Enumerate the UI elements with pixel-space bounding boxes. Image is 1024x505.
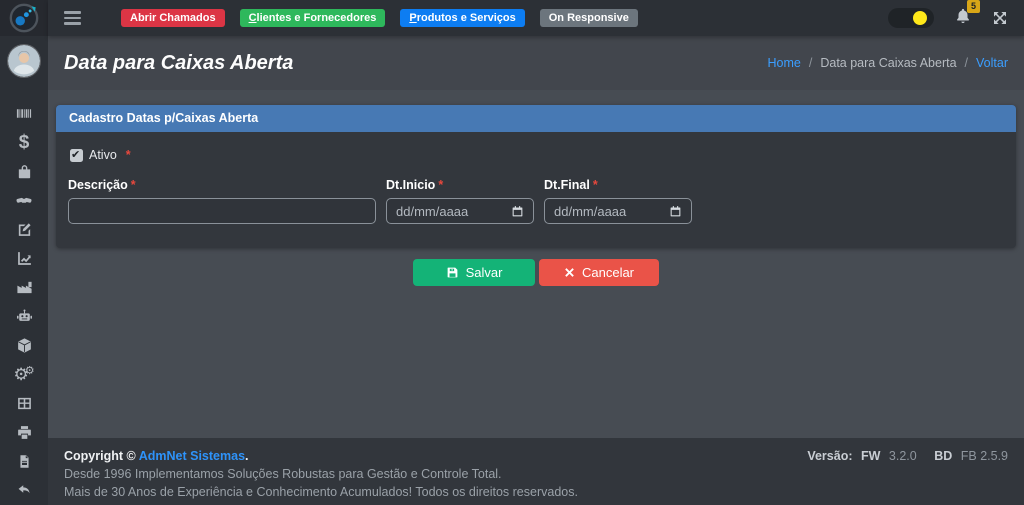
footer-line3: Mais de 30 Anos de Experiência e Conheci… [64, 483, 578, 501]
action-buttons: Salvar Cancelar [56, 259, 1016, 286]
handshake-icon[interactable] [0, 186, 48, 215]
line-chart-icon[interactable] [0, 244, 48, 273]
ativo-label: Ativo [89, 148, 117, 162]
copyright-suffix: . [245, 449, 248, 463]
breadcrumb-separator: / [809, 56, 812, 70]
footer-left: Copyright © AdmNet Sistemas. Desde 1996 … [64, 447, 578, 505]
footer-line2: Desde 1996 Implementamos Soluções Robust… [64, 465, 578, 483]
app-window: Abrir Chamados Clientes e Fornecedores P… [0, 0, 1024, 488]
required-marker: * [131, 178, 136, 192]
sidebar: $ ⚙⚙ [0, 36, 48, 505]
form-row: Descrição* Dt.Inicio* dd/mm/aaaa [68, 178, 1004, 224]
on-responsive-button[interactable]: On Responsive [540, 9, 638, 27]
breadcrumb: Home / Data para Caixas Aberta / Voltar [768, 56, 1008, 70]
card-header: Cadastro Datas p/Caixas Aberta [56, 105, 1016, 132]
edit-icon[interactable] [0, 215, 48, 244]
content: Cadastro Datas p/Caixas Aberta Ativo * D… [48, 90, 1024, 438]
app-logo[interactable] [0, 0, 48, 36]
shopping-bag-icon[interactable] [0, 157, 48, 186]
topbar-right: 5 [888, 6, 1008, 31]
copyright-prefix: Copyright © [64, 449, 136, 463]
dt-final-input[interactable]: dd/mm/aaaa [544, 198, 692, 224]
avatar[interactable] [8, 45, 40, 77]
descricao-input[interactable] [68, 198, 376, 224]
dt-inicio-input[interactable]: dd/mm/aaaa [386, 198, 534, 224]
table-icon[interactable] [0, 389, 48, 418]
version-label: Versão: [807, 449, 852, 463]
cancel-label: Cancelar [582, 265, 634, 280]
bd-value: FB 2.5.9 [961, 449, 1008, 463]
clientes-fornecedores-button[interactable]: Clientes e Fornecedores [240, 9, 386, 27]
barcode-icon[interactable] [0, 99, 48, 128]
dollar-icon[interactable]: $ [0, 128, 48, 157]
ativo-checkbox[interactable] [70, 149, 83, 162]
dt-inicio-label: Dt.Inicio* [386, 178, 534, 192]
calendar-icon[interactable] [669, 205, 682, 218]
industry-icon[interactable] [0, 273, 48, 302]
calendar-icon[interactable] [511, 205, 524, 218]
dt-final-label-text: Dt.Final [544, 178, 590, 192]
ativo-row: Ativo * [70, 148, 1004, 162]
sidebar-nav: $ ⚙⚙ [0, 99, 48, 505]
breadcrumb-current: Data para Caixas Aberta [820, 56, 956, 70]
abrir-chamados-button[interactable]: Abrir Chamados [121, 9, 225, 27]
admnet-link[interactable]: AdmNet Sistemas [139, 449, 245, 463]
dt-inicio-field: Dt.Inicio* dd/mm/aaaa [386, 178, 534, 224]
bell-icon[interactable]: 5 [954, 6, 972, 31]
save-button[interactable]: Salvar [413, 259, 535, 286]
topbar-nav: Abrir Chamados Clientes e Fornecedores P… [121, 9, 638, 27]
date-placeholder: dd/mm/aaaa [396, 204, 468, 219]
breadcrumb-home-link[interactable]: Home [768, 56, 801, 70]
page-title: Data para Caixas Aberta [64, 52, 293, 75]
file-invoice-icon[interactable] [0, 447, 48, 476]
dt-final-label: Dt.Final* [544, 178, 692, 192]
close-icon [564, 267, 575, 278]
breadcrumb-separator: / [965, 56, 968, 70]
save-icon [446, 266, 459, 279]
main-area: Data para Caixas Aberta Home / Data para… [48, 36, 1024, 505]
brand-globe-icon [8, 2, 40, 34]
theme-toggle[interactable] [888, 8, 934, 28]
save-label: Salvar [466, 265, 503, 280]
dt-final-field: Dt.Final* dd/mm/aaaa [544, 178, 692, 224]
robot-icon[interactable] [0, 302, 48, 331]
card-body: Ativo * Descrição* Dt.Inicio* [56, 132, 1016, 248]
version-info: Versão: FW 3.2.0 BD FB 2.5.9 [807, 447, 1008, 505]
required-marker: * [126, 148, 131, 162]
cube-icon[interactable] [0, 331, 48, 360]
topbar: Abrir Chamados Clientes e Fornecedores P… [48, 0, 1024, 36]
page-header: Data para Caixas Aberta Home / Data para… [48, 36, 1024, 90]
date-placeholder: dd/mm/aaaa [554, 204, 626, 219]
descricao-label-text: Descrição [68, 178, 128, 192]
printer-icon[interactable] [0, 418, 48, 447]
bd-label: BD [934, 449, 952, 463]
breadcrumb-voltar-link[interactable]: Voltar [976, 56, 1008, 70]
required-marker: * [593, 178, 598, 192]
fw-label: FW [861, 449, 880, 463]
fw-value: 3.2.0 [889, 449, 917, 463]
dt-inicio-label-text: Dt.Inicio [386, 178, 435, 192]
gears-icon[interactable]: ⚙⚙ [0, 360, 48, 389]
undo-icon[interactable] [0, 476, 48, 505]
expand-icon[interactable] [992, 10, 1008, 26]
cadastro-card: Cadastro Datas p/Caixas Aberta Ativo * D… [56, 105, 1016, 248]
descricao-label: Descrição* [68, 178, 376, 192]
toggle-knob [913, 11, 927, 25]
descricao-field: Descrição* [68, 178, 376, 224]
menu-icon[interactable] [64, 11, 81, 25]
copyright-line: Copyright © AdmNet Sistemas. [64, 447, 578, 465]
produtos-servicos-button[interactable]: Produtos e Serviços [400, 9, 524, 27]
footer: Copyright © AdmNet Sistemas. Desde 1996 … [48, 438, 1024, 505]
notification-badge: 5 [967, 0, 980, 13]
cancel-button[interactable]: Cancelar [539, 259, 659, 286]
required-marker: * [438, 178, 443, 192]
